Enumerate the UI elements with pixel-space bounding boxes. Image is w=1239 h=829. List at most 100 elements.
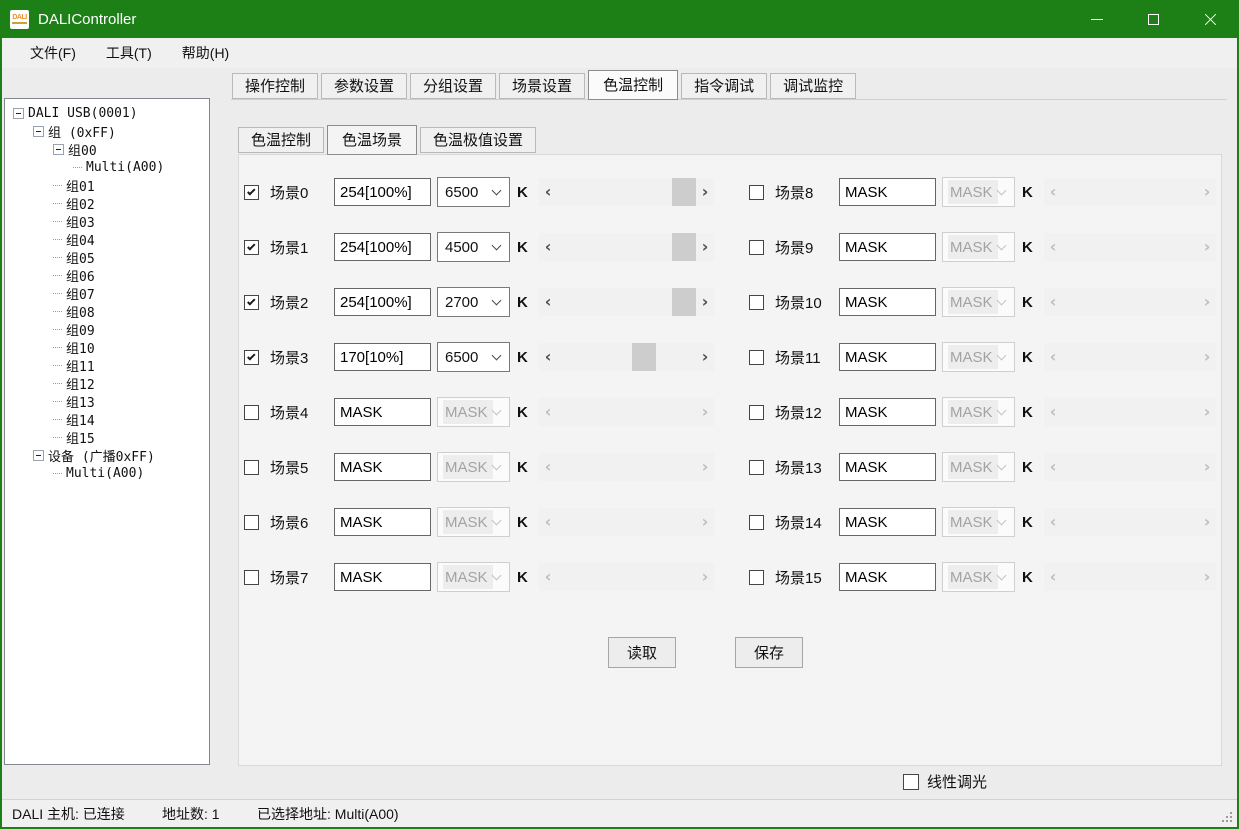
tree-item[interactable]: Multi(A00) xyxy=(5,158,209,176)
scene-temp-scrollbar[interactable]: ‹ › xyxy=(539,288,714,316)
scrollbar-thumb[interactable] xyxy=(632,343,656,371)
linear-dimming-option[interactable]: 线性调光 xyxy=(903,771,987,792)
menu-item[interactable]: 帮助(H) xyxy=(179,41,232,65)
scene-checkbox[interactable] xyxy=(244,460,259,475)
scene-checkbox[interactable] xyxy=(244,240,259,255)
scene-level-input[interactable] xyxy=(839,288,936,316)
resize-grip[interactable] xyxy=(1222,812,1232,822)
scene-level-input[interactable] xyxy=(334,508,431,536)
tree-item[interactable]: 组15 xyxy=(5,428,209,446)
scrollbar-thumb[interactable] xyxy=(672,233,696,261)
sub-tab[interactable]: 色温场景 xyxy=(327,125,417,155)
scrollbar-thumb[interactable] xyxy=(672,288,696,316)
scene-level-input[interactable] xyxy=(334,178,431,206)
maximize-button[interactable] xyxy=(1125,0,1182,38)
scene-temp-scrollbar[interactable]: ‹ › xyxy=(539,233,714,261)
scene-level-input[interactable] xyxy=(839,453,936,481)
tree-item[interactable]: 组10 xyxy=(5,338,209,356)
scene-checkbox[interactable] xyxy=(749,185,764,200)
scene-temp-select[interactable]: 4500 xyxy=(437,232,510,262)
scene-level-input[interactable] xyxy=(839,398,936,426)
save-button[interactable]: 保存 xyxy=(735,637,803,668)
tree-item[interactable]: 组00 xyxy=(5,140,209,158)
sub-tab[interactable]: 色温控制 xyxy=(238,127,324,153)
scene-level-input[interactable] xyxy=(334,288,431,316)
scene-level-input[interactable] xyxy=(839,508,936,536)
scene-temp-scrollbar: ‹ › xyxy=(539,508,714,536)
tree-item[interactable]: 组02 xyxy=(5,194,209,212)
tree-item[interactable]: 组13 xyxy=(5,392,209,410)
scrollbar-left-arrow-icon[interactable]: ‹ xyxy=(539,233,557,261)
scene-level-input[interactable] xyxy=(334,398,431,426)
scrollbar-left-arrow-icon[interactable]: ‹ xyxy=(539,178,557,206)
scrollbar-left-arrow-icon[interactable]: ‹ xyxy=(539,288,557,316)
read-button[interactable]: 读取 xyxy=(608,637,676,668)
main-tab[interactable]: 色温控制 xyxy=(588,70,678,100)
scene-checkbox[interactable] xyxy=(244,515,259,530)
scene-checkbox[interactable] xyxy=(244,405,259,420)
scene-level-input[interactable] xyxy=(334,233,431,261)
tree-item[interactable]: 组04 xyxy=(5,230,209,248)
tree-item[interactable]: 组 (0xFF) xyxy=(5,122,209,140)
scene-checkbox[interactable] xyxy=(749,570,764,585)
scrollbar-right-arrow-icon[interactable]: › xyxy=(696,343,714,371)
main-tab[interactable]: 场景设置 xyxy=(499,73,585,99)
scrollbar-right-arrow-icon[interactable]: › xyxy=(696,288,714,316)
scrollbar-right-arrow-icon[interactable]: › xyxy=(696,233,714,261)
tree-expander-icon[interactable] xyxy=(13,108,24,119)
scene-level-input[interactable] xyxy=(839,178,936,206)
tree-item[interactable]: Multi(A00) xyxy=(5,464,209,482)
scene-checkbox[interactable] xyxy=(749,350,764,365)
window-title: DALIController xyxy=(38,11,136,28)
tree-item[interactable]: 组12 xyxy=(5,374,209,392)
scene-temp-select[interactable]: 6500 xyxy=(437,177,510,207)
scene-temp-scrollbar[interactable]: ‹ › xyxy=(539,178,714,206)
tree-item[interactable]: 组05 xyxy=(5,248,209,266)
main-tab[interactable]: 操作控制 xyxy=(232,73,318,99)
scene-level-input[interactable] xyxy=(334,343,431,371)
tree-item[interactable]: 组11 xyxy=(5,356,209,374)
tree-item[interactable]: 组07 xyxy=(5,284,209,302)
tree-expander-icon[interactable] xyxy=(33,126,44,137)
scrollbar-thumb[interactable] xyxy=(672,178,696,206)
close-button[interactable] xyxy=(1182,0,1239,38)
tree-expander-icon[interactable] xyxy=(53,144,64,155)
scene-checkbox[interactable] xyxy=(749,240,764,255)
scene-checkbox[interactable] xyxy=(244,185,259,200)
tree-item[interactable]: 设备 (广播0xFF) xyxy=(5,446,209,464)
scrollbar-right-arrow-icon[interactable]: › xyxy=(696,178,714,206)
scene-level-input[interactable] xyxy=(839,233,936,261)
tree-expander-icon[interactable] xyxy=(33,450,44,461)
scene-checkbox[interactable] xyxy=(749,515,764,530)
tree-item[interactable]: 组01 xyxy=(5,176,209,194)
main-tab[interactable]: 调试监控 xyxy=(770,73,856,99)
scene-level-input[interactable] xyxy=(839,563,936,591)
tree-item[interactable]: 组08 xyxy=(5,302,209,320)
scene-checkbox[interactable] xyxy=(244,570,259,585)
sub-tab[interactable]: 色温极值设置 xyxy=(420,127,536,153)
scrollbar-left-arrow-icon[interactable]: ‹ xyxy=(539,343,557,371)
scene-temp-scrollbar[interactable]: ‹ › xyxy=(539,343,714,371)
linear-dimming-checkbox[interactable] xyxy=(903,774,919,790)
main-tab[interactable]: 分组设置 xyxy=(410,73,496,99)
tree-item[interactable]: 组09 xyxy=(5,320,209,338)
scene-level-input[interactable] xyxy=(334,563,431,591)
menu-item[interactable]: 工具(T) xyxy=(103,41,155,65)
tree-item[interactable]: 组06 xyxy=(5,266,209,284)
scene-checkbox[interactable] xyxy=(244,295,259,310)
minimize-button[interactable] xyxy=(1068,0,1125,38)
main-tab[interactable]: 指令调试 xyxy=(681,73,767,99)
tree-item[interactable]: 组03 xyxy=(5,212,209,230)
scene-checkbox[interactable] xyxy=(749,460,764,475)
scene-checkbox[interactable] xyxy=(749,295,764,310)
scene-checkbox[interactable] xyxy=(749,405,764,420)
menu-item[interactable]: 文件(F) xyxy=(27,41,79,65)
scene-temp-select[interactable]: 2700 xyxy=(437,287,510,317)
tree-item[interactable]: 组14 xyxy=(5,410,209,428)
tree-item[interactable]: DALI USB(0001) xyxy=(5,104,209,122)
scene-level-input[interactable] xyxy=(839,343,936,371)
scene-checkbox[interactable] xyxy=(244,350,259,365)
scene-temp-select[interactable]: 6500 xyxy=(437,342,510,372)
main-tab[interactable]: 参数设置 xyxy=(321,73,407,99)
scene-level-input[interactable] xyxy=(334,453,431,481)
